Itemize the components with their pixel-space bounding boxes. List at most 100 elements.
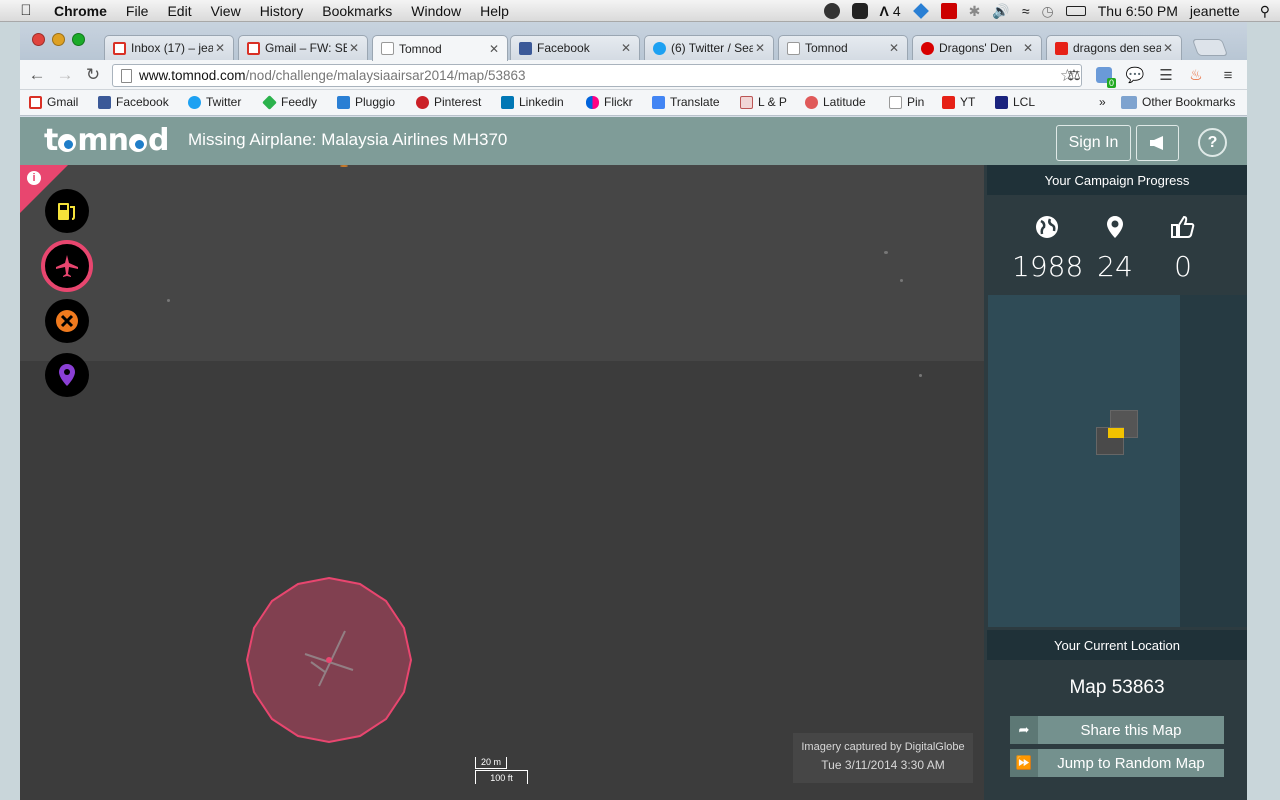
bluetooth-icon[interactable]: ✱ [969, 3, 981, 20]
1password-icon[interactable] [940, 3, 957, 19]
close-tab-icon[interactable]: ✕ [347, 41, 361, 55]
map-speck [167, 299, 170, 302]
bookmark-label: Pluggio [355, 95, 396, 109]
close-tab-icon[interactable]: ✕ [487, 42, 501, 56]
info-icon[interactable]: i [27, 171, 41, 185]
close-tab-icon[interactable]: ✕ [1021, 41, 1035, 55]
bookmark-latitude[interactable]: Latitude [805, 95, 866, 109]
translate-icon [652, 95, 665, 109]
bookmark-lcl[interactable]: LCL [995, 95, 1035, 109]
scale-imperial-label: 100 ft [490, 773, 513, 783]
satellite-map[interactable]: i 20 m 100 ft Imagery captured by Digita… [20, 165, 984, 800]
bookmark-label: Pinterest [434, 95, 482, 109]
spotlight-icon[interactable]: ⚲ [1260, 3, 1270, 20]
bookmark-pinterest[interactable]: Pinterest [416, 95, 481, 109]
tab-gmail-fw[interactable]: Gmail – FW: SEE ✕ [238, 35, 368, 60]
tab-tomnod-active[interactable]: Tomnod ✕ [372, 35, 508, 61]
minimize-window-button[interactable] [52, 33, 65, 46]
close-tab-icon[interactable]: ✕ [1161, 41, 1175, 55]
new-tab-button[interactable] [1191, 39, 1229, 56]
bookmark-label: YT [960, 95, 976, 109]
volume-icon[interactable]: 🔊 [992, 3, 1009, 20]
close-tab-icon[interactable]: ✕ [887, 41, 901, 55]
scale-extension-icon[interactable]: ⚖ [1064, 66, 1084, 84]
bookmark-pluggio[interactable]: Pluggio [337, 95, 395, 109]
bookmark-translate[interactable]: Translate [652, 95, 720, 109]
bookmark-label: Linkedin [519, 95, 564, 109]
buffer-extension-icon[interactable]: ☰ [1156, 66, 1176, 84]
bookmark-flickr[interactable]: Flickr [586, 95, 633, 109]
announce-button[interactable] [1136, 125, 1179, 161]
fuel-tool-button[interactable] [45, 189, 89, 233]
close-tab-icon[interactable]: ✕ [619, 41, 633, 55]
menu-edit[interactable]: Edit [167, 3, 191, 19]
forward-icon[interactable]: → [54, 64, 76, 86]
menu-view[interactable]: View [211, 3, 241, 19]
close-window-button[interactable] [32, 33, 45, 46]
adobe-count: 4 [892, 3, 901, 19]
bookmark-pin[interactable]: Pin [889, 95, 924, 109]
damage-tool-button[interactable] [45, 299, 89, 343]
battery-icon[interactable] [1065, 6, 1086, 16]
menu-file[interactable]: File [126, 3, 149, 19]
airplane-tool-button[interactable] [41, 240, 93, 292]
bookmark-facebook[interactable]: Facebook [98, 95, 169, 109]
clock-app-icon[interactable] [851, 3, 868, 19]
back-icon[interactable]: ← [26, 64, 48, 86]
youtube-icon [1055, 41, 1068, 55]
gplus-extension-icon[interactable]: 0 [1094, 66, 1116, 88]
menu-history[interactable]: History [260, 3, 304, 19]
tab-dragons-den[interactable]: Dragons' Den ✕ [912, 35, 1042, 60]
share-arrow-icon: ➦ [1010, 716, 1038, 744]
tab-label: Tomnod [805, 41, 848, 55]
share-map-label: Share this Map [1080, 721, 1182, 739]
tab-inbox[interactable]: Inbox (17) – jea ✕ [104, 35, 234, 60]
clock[interactable]: Thu 6:50 PM [1098, 3, 1178, 19]
user-name[interactable]: jeanette [1190, 3, 1240, 19]
zoom-window-button[interactable] [72, 33, 85, 46]
dropbox-icon[interactable] [912, 3, 929, 19]
chrome-menu-icon[interactable]: ≡ [1218, 66, 1238, 84]
address-bar[interactable]: www.tomnod.com/nod/challenge/malaysiaair… [112, 64, 1082, 87]
folder-icon [1121, 95, 1137, 109]
evernote-icon[interactable] [823, 3, 840, 19]
close-tab-icon[interactable]: ✕ [753, 41, 767, 55]
tomnod-logo[interactable]: t mn d [44, 123, 169, 158]
chat-extension-icon[interactable]: 💬 [1125, 66, 1145, 84]
bookmark-gmail[interactable]: Gmail [29, 95, 78, 109]
fire-extension-icon[interactable]: ♨ [1186, 66, 1206, 84]
adobe-icon[interactable]: Λ [880, 3, 889, 19]
share-map-button[interactable]: ➦ Share this Map [1010, 716, 1224, 744]
other-bookmarks[interactable]: Other Bookmarks [1121, 95, 1235, 109]
bookmark-label: Pin [907, 95, 925, 109]
map-speck [340, 165, 348, 167]
extension-badge: 0 [1106, 78, 1116, 88]
tab-twitter[interactable]: (6) Twitter / Sea ✕ [644, 35, 774, 60]
time-machine-icon[interactable]: ◷ [1042, 3, 1054, 20]
tab-tomnod-2[interactable]: Tomnod ✕ [778, 35, 908, 60]
cbc-icon [921, 41, 934, 55]
menu-bookmarks[interactable]: Bookmarks [322, 3, 392, 19]
app-menu[interactable]: Chrome [54, 3, 107, 19]
bookmark-yt[interactable]: YT [942, 95, 975, 109]
tab-youtube[interactable]: dragons den sea ✕ [1046, 35, 1182, 60]
wifi-icon[interactable]: ≈ [1022, 3, 1030, 19]
sign-in-button[interactable]: Sign In [1056, 125, 1131, 161]
apple-icon[interactable]:  [16, 0, 36, 22]
bookmark-linkedin[interactable]: Linkedin [501, 95, 564, 109]
menu-window[interactable]: Window [411, 3, 461, 19]
jump-random-map-button[interactable]: ⏩ Jump to Random Map [1010, 749, 1224, 777]
menu-help[interactable]: Help [480, 3, 509, 19]
airplane-tag-marker[interactable] [245, 576, 413, 744]
bookmark-lp[interactable]: L & P [740, 95, 787, 109]
help-button[interactable]: ? [1198, 128, 1227, 157]
tab-facebook[interactable]: Facebook ✕ [510, 35, 640, 60]
bookmark-twitter[interactable]: Twitter [188, 95, 241, 109]
pin-tool-button[interactable] [45, 353, 89, 397]
logo-eye-icon [58, 134, 77, 152]
close-tab-icon[interactable]: ✕ [213, 41, 227, 55]
bookmarks-overflow[interactable]: » [1099, 95, 1106, 109]
campaign-minimap[interactable] [988, 295, 1180, 627]
bookmark-feedly[interactable]: Feedly [262, 94, 317, 110]
reload-icon[interactable]: ↻ [82, 64, 104, 86]
